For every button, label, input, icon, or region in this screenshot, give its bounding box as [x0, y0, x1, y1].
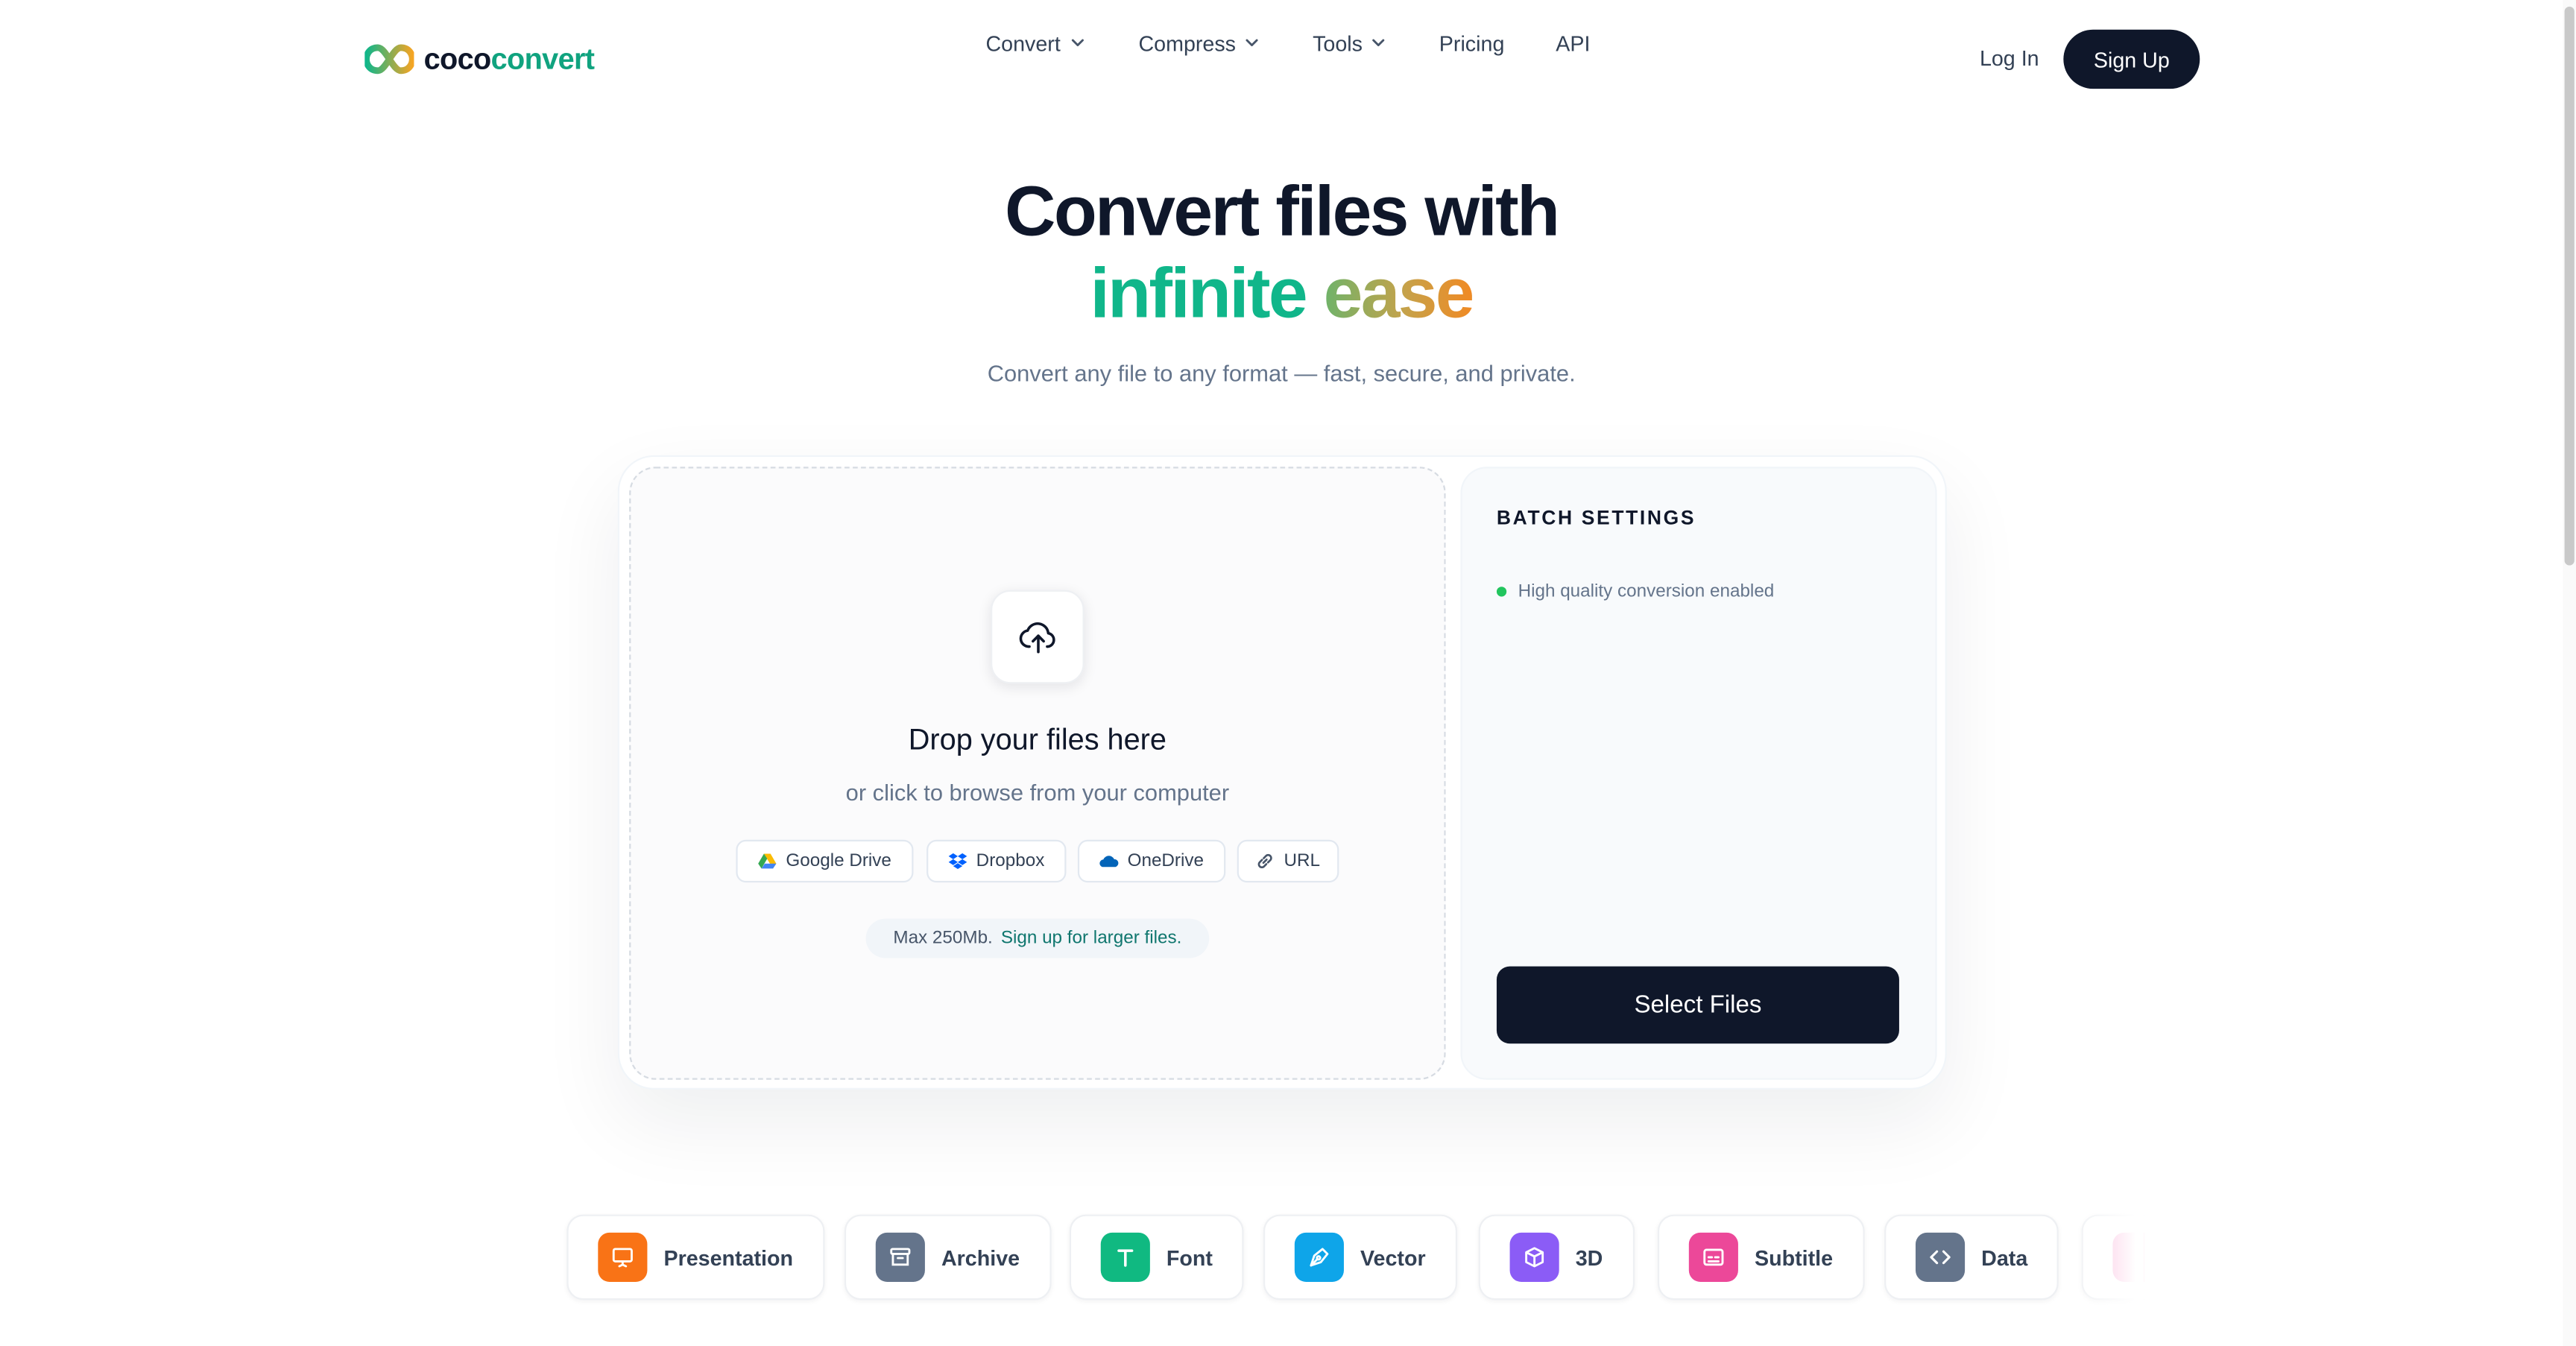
category-data[interactable]: Data — [1884, 1214, 2059, 1301]
nav-api[interactable]: API — [1556, 31, 1590, 55]
infinity-logo-icon — [364, 44, 414, 75]
nav-compress[interactable]: Compress — [1138, 31, 1262, 55]
batch-settings-title: BATCH SETTINGS — [1496, 506, 1696, 530]
file-size-note: Max 250Mb. Sign up for larger files. — [865, 918, 1210, 958]
dropzone-subtitle: or click to browse from your computer — [845, 779, 1230, 806]
category-archive[interactable]: Archive — [844, 1214, 1051, 1301]
document-icon — [2112, 1232, 2144, 1282]
presentation-icon — [598, 1232, 648, 1282]
signup-button[interactable]: Sign Up — [2063, 29, 2200, 89]
nav-tools[interactable]: Tools — [1313, 31, 1389, 55]
select-files-button[interactable]: Select Files — [1496, 966, 1899, 1044]
hero-word-infinite: infinite — [1090, 254, 1307, 334]
hero-word-ease: ease — [1323, 254, 1475, 334]
scrollbar-thumb[interactable] — [2564, 6, 2575, 566]
vector-pen-icon — [1294, 1232, 1344, 1282]
larger-files-signup-link[interactable]: Sign up for larger files. — [1001, 929, 1182, 948]
upload-button[interactable] — [991, 590, 1085, 684]
login-link[interactable]: Log In — [1980, 46, 2039, 71]
batch-option: High quality conversion enabled — [1496, 581, 1775, 602]
page: cococonvert Convert Compress Tools Prici… — [0, 0, 2576, 1346]
max-size-text: Max 250Mb. — [893, 928, 993, 949]
category-subtitle[interactable]: Subtitle — [1657, 1214, 1864, 1301]
cube-icon — [1509, 1232, 1559, 1282]
chevron-down-icon — [1246, 39, 1259, 47]
chevron-down-icon — [1070, 39, 1083, 47]
code-icon — [1915, 1232, 1966, 1282]
hero-title-highlight: infinite ease — [0, 253, 2563, 335]
dropbox-icon — [949, 853, 967, 870]
status-dot — [1496, 587, 1507, 597]
hero-title: Convert files with — [1005, 172, 1560, 252]
category-next[interactable] — [2081, 1214, 2144, 1301]
logo-text: cococonvert — [423, 42, 595, 75]
category-font[interactable]: Font — [1069, 1214, 1244, 1301]
category-3d[interactable]: 3D — [1478, 1214, 1635, 1301]
cloud-upload-icon — [1018, 621, 1055, 653]
google-drive-icon — [759, 853, 777, 869]
nav-pricing[interactable]: Pricing — [1439, 31, 1505, 55]
google-drive-button[interactable]: Google Drive — [736, 839, 914, 883]
link-icon — [1258, 853, 1273, 869]
batch-option-label: High quality conversion enabled — [1518, 581, 1775, 602]
logo[interactable]: cococonvert — [364, 41, 595, 78]
font-icon — [1100, 1232, 1150, 1282]
top-navbar: cococonvert Convert Compress Tools Prici… — [0, 0, 2563, 119]
archive-icon — [875, 1232, 925, 1282]
onedrive-button[interactable]: OneDrive — [1077, 839, 1226, 883]
dropzone-title: Drop your files here — [908, 723, 1167, 756]
category-strip: adsheet Presentation Archive Font Vector — [402, 1208, 2144, 1306]
subtitle-icon — [1688, 1232, 1738, 1282]
onedrive-icon — [1099, 856, 1119, 868]
file-dropzone[interactable] — [629, 467, 1446, 1080]
dropbox-button[interactable]: Dropbox — [926, 839, 1067, 883]
category-presentation[interactable]: Presentation — [566, 1214, 824, 1301]
category-vector[interactable]: Vector — [1263, 1214, 1457, 1301]
url-button[interactable]: URL — [1237, 839, 1339, 883]
chevron-down-icon — [1372, 39, 1386, 47]
hero-subtitle: Convert any file to any format — fast, s… — [987, 359, 1576, 387]
nav-convert[interactable]: Convert — [985, 31, 1087, 55]
